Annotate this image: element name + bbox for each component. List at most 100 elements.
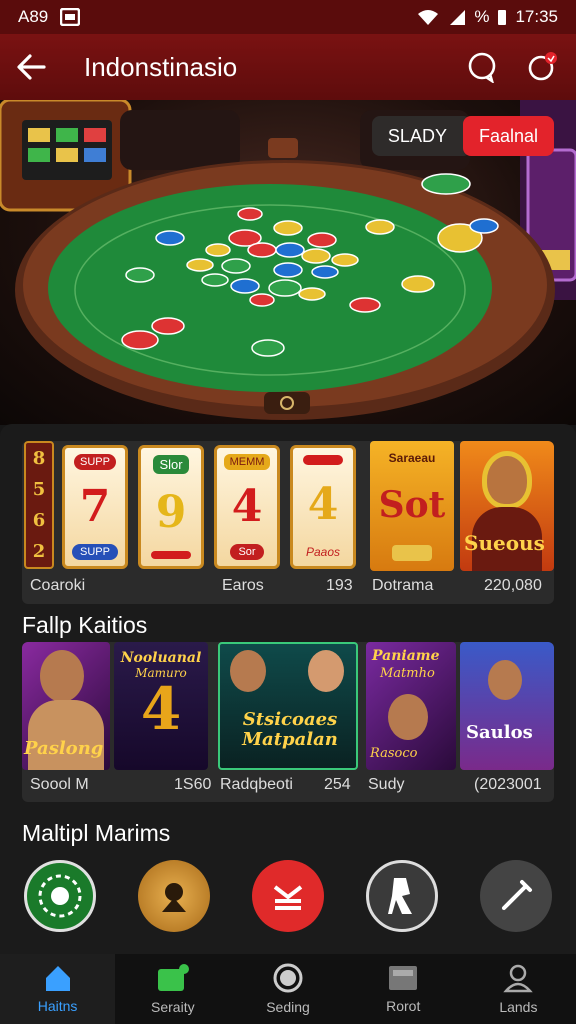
nav-label: Seding	[266, 999, 310, 1015]
section-title: Fallp Kaitios	[22, 612, 148, 638]
reel-number: 7	[79, 481, 111, 533]
game-tile-4[interactable]: Nooluanal Mamuro 4	[114, 642, 208, 770]
signal-icon	[450, 10, 466, 25]
caption: 193	[326, 577, 353, 594]
caption: Dotrama	[372, 577, 434, 594]
character-avatar	[308, 650, 344, 692]
featured-games-row: 8 5 6 2 SUPP 7 SUPP Slor 9 MEMM 4 Sor 4 …	[22, 441, 554, 604]
clock: 17:35	[515, 7, 558, 26]
side-number: 5	[32, 479, 46, 500]
tile-title: Paslong	[24, 738, 104, 759]
back-arrow-icon[interactable]	[16, 54, 46, 80]
tile-title: Stsicoaes Matpalan	[242, 709, 338, 750]
tile-title: Saulos	[466, 722, 533, 743]
notification-icon	[60, 8, 81, 26]
character-avatar	[388, 694, 428, 740]
caption: Earos	[222, 577, 264, 594]
hero-banner[interactable]: SLADY Faalnal	[0, 100, 576, 425]
nav-label: Rorot	[386, 998, 421, 1014]
caption: Sudy	[368, 776, 405, 793]
nav-seding[interactable]: Seding	[230, 954, 345, 1024]
game-tile-saulos[interactable]: Saulos	[460, 642, 554, 770]
reel-bottom-label: SUPP	[72, 544, 118, 561]
gift-glyph	[273, 885, 303, 910]
character-avatar	[482, 451, 532, 509]
chip-glyph	[38, 874, 82, 918]
battery-text: %	[474, 7, 490, 26]
side-number: 6	[32, 510, 46, 531]
battery-icon	[498, 10, 507, 25]
sot-title: Sot	[378, 483, 446, 526]
game-tile-matpalan[interactable]: Stsicoaes Matpalan	[218, 642, 358, 770]
notification-bell-icon[interactable]	[526, 50, 560, 84]
reel-number: 4	[231, 481, 263, 533]
caption: 254	[324, 776, 351, 793]
game-tile-paniame[interactable]: Paniame Matmho Rasoco	[366, 642, 456, 770]
side-number: 8	[32, 448, 46, 469]
record-icon	[273, 963, 303, 993]
reel-bottom-label: Sor	[230, 544, 264, 561]
content-panel: 8 5 6 2 SUPP 7 SUPP Slor 9 MEMM 4 Sor 4 …	[0, 424, 576, 954]
side-number: 2	[32, 541, 46, 562]
sot-top-label: Saraeau	[388, 450, 436, 465]
caption: Soool M	[30, 776, 89, 793]
tab-slady[interactable]: SLADY	[371, 116, 471, 156]
slot-reel-4b[interactable]: 4 Paaos	[290, 445, 356, 569]
nav-label: Lands	[499, 999, 538, 1015]
reel-top-label: MEMM	[223, 453, 271, 470]
sueous-title: Sueous	[464, 531, 545, 555]
popular-games-row: Paslong Nooluanal Mamuro 4 Stsicoaes Mat…	[22, 642, 554, 802]
hero-tabs: SLADY Faalnal	[371, 116, 554, 156]
slot-reel-7[interactable]: SUPP 7 SUPP	[62, 445, 128, 569]
page-title: Indonstinasio	[84, 51, 238, 82]
edit-icon[interactable]	[480, 860, 552, 932]
poker-chip-icon[interactable]	[24, 860, 96, 932]
caption: 1S60	[174, 776, 212, 793]
character-body	[28, 700, 104, 770]
reel-swoosh	[151, 551, 191, 560]
reel-top-label: Slor	[153, 454, 189, 474]
status-left-text: A89	[18, 7, 49, 26]
slot-reel-9[interactable]: Slor 9	[138, 445, 204, 569]
tile-label: Rasoco	[370, 746, 418, 761]
bag-icon	[157, 964, 189, 991]
profile-icon	[503, 964, 534, 993]
tile-number: 4	[140, 675, 182, 743]
nav-seraity[interactable]: Seraity	[115, 954, 230, 1024]
sueous-game-tile[interactable]: Sueous	[460, 441, 554, 571]
status-bar: A89 % 17:35	[0, 0, 576, 34]
ninja-glyph	[162, 883, 186, 912]
reel-swoosh	[303, 455, 343, 466]
pencil-glyph	[502, 880, 532, 910]
folder-icon	[389, 966, 418, 990]
nav-home[interactable]: Haitns	[0, 954, 116, 1024]
sot-game-tile[interactable]: Saraeau Sot	[370, 441, 454, 571]
nav-lands[interactable]: Lands	[461, 954, 576, 1024]
gift-icon[interactable]	[252, 860, 324, 932]
tab-faalnal[interactable]: Faalnal	[462, 116, 554, 156]
reel-bottom-label: Paaos	[305, 544, 341, 559]
tile-subtitle: Matmho	[380, 666, 435, 681]
caption: Coaroki	[30, 577, 86, 594]
tile-title: Paniame	[372, 648, 440, 664]
nav-rorot[interactable]: Rorot	[346, 954, 461, 1024]
tile-title: Nooluanal	[120, 650, 202, 666]
wifi-icon	[418, 10, 439, 25]
bottom-nav: Haitns Seraity Seding Rorot Lands	[0, 954, 576, 1024]
nav-label: Seraity	[151, 999, 195, 1015]
crown-icon	[392, 545, 432, 562]
caption: Radqbeoti	[220, 776, 293, 793]
ninja-coin-icon[interactable]	[138, 860, 210, 932]
nav-label: Haitns	[37, 998, 78, 1014]
home-icon	[45, 966, 70, 991]
app-bar: Indonstinasio	[0, 34, 576, 100]
game-tile-paslong[interactable]: Paslong	[22, 642, 110, 770]
character-avatar	[40, 650, 84, 702]
section-title: Maltipl Marims	[22, 820, 171, 846]
slot-reel-4[interactable]: MEMM 4 Sor	[214, 445, 280, 569]
reel-number: 9	[155, 486, 187, 538]
figure-icon[interactable]	[366, 860, 438, 932]
character-avatar	[230, 650, 266, 692]
caption: 220,080	[484, 577, 542, 594]
chat-icon[interactable]	[466, 51, 498, 83]
